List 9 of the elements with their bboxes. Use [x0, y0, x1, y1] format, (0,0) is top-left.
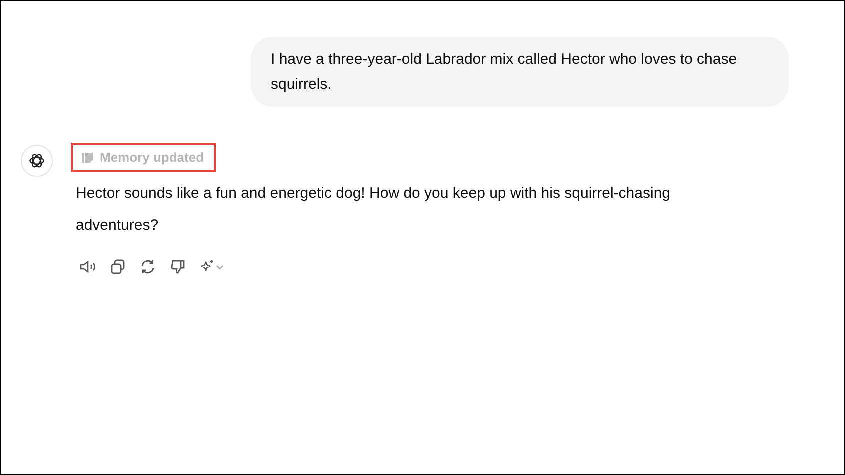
knot-icon — [28, 152, 46, 170]
regenerate-button[interactable] — [139, 258, 157, 276]
read-aloud-button[interactable] — [79, 258, 97, 276]
dislike-button[interactable] — [169, 258, 187, 276]
copy-button[interactable] — [109, 258, 127, 276]
assistant-message: Hector sounds like a fun and energetic dog! How do you keep up with his squirrel-chasing adventures? — [76, 184, 672, 236]
memory-updated-badge[interactable]: Memory updated — [71, 143, 216, 172]
user-message: I have a three-year-old Labrador mix called Hector who loves to chase squirrels. — [251, 37, 789, 107]
notebook-icon — [81, 150, 95, 164]
